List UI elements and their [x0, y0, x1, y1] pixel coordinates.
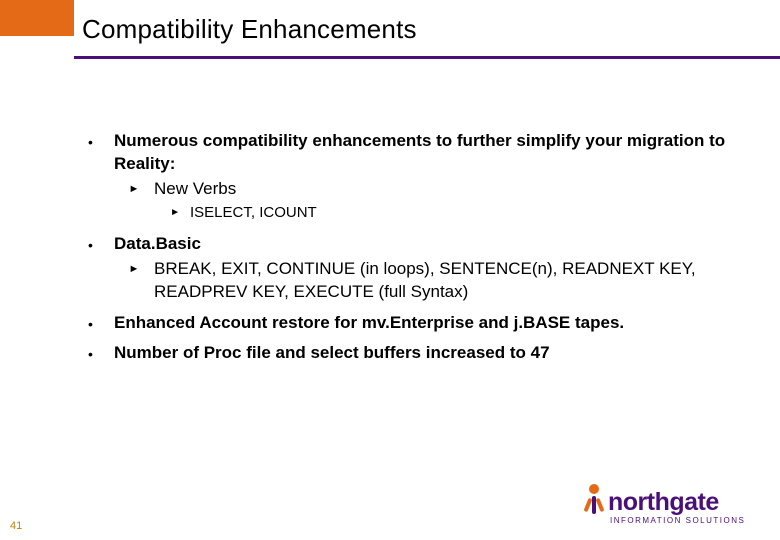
logo-figure-icon	[582, 484, 608, 524]
logo-arm	[596, 498, 605, 512]
triangle-marker: ►	[154, 203, 190, 223]
bullet-4: • Number of Proc file and select buffers…	[82, 342, 732, 366]
bullet-3-text: Enhanced Account restore for mv.Enterpri…	[114, 312, 732, 336]
bullet-marker: •	[82, 233, 114, 306]
logo-tagline: INFORMATION SOLUTIONS	[610, 516, 745, 525]
bullet-1-body: Numerous compatibility enhancements to f…	[114, 130, 732, 227]
page-number: 41	[10, 520, 22, 532]
bullet-marker: •	[82, 342, 114, 366]
logo-stem	[592, 496, 596, 514]
title-underline	[74, 56, 780, 59]
bullet-marker: •	[82, 130, 114, 227]
header-accent-block	[0, 0, 74, 36]
slide-content: • Numerous compatibility enhancements to…	[82, 130, 732, 372]
bullet-1-text: Numerous compatibility enhancements to f…	[114, 131, 725, 173]
bullet-2: • Data.Basic ► BREAK, EXIT, CONTINUE (in…	[82, 233, 732, 306]
bullet-2-sub1-text: BREAK, EXIT, CONTINUE (in loops), SENTEN…	[154, 258, 732, 304]
bullet-1-sub1: ► New Verbs	[114, 178, 732, 201]
slide-title: Compatibility Enhancements	[82, 14, 417, 45]
bullet-1: • Numerous compatibility enhancements to…	[82, 130, 732, 227]
logo-dot	[589, 484, 599, 494]
bullet-2-text: Data.Basic	[114, 234, 201, 253]
bullet-1-sub1-text: New Verbs	[154, 178, 732, 201]
bullet-1-sub1a-text: ISELECT, ICOUNT	[190, 203, 732, 223]
bullet-2-sub1: ► BREAK, EXIT, CONTINUE (in loops), SENT…	[114, 258, 732, 304]
triangle-marker: ►	[114, 258, 154, 304]
bullet-4-text: Number of Proc file and select buffers i…	[114, 342, 732, 366]
bullet-3: • Enhanced Account restore for mv.Enterp…	[82, 312, 732, 336]
bullet-1-sub1a: ► ISELECT, ICOUNT	[114, 203, 732, 223]
logo-wordmark: northgate	[608, 488, 719, 517]
bullet-marker: •	[82, 312, 114, 336]
bullet-2-body: Data.Basic ► BREAK, EXIT, CONTINUE (in l…	[114, 233, 732, 306]
northgate-logo: northgate INFORMATION SOLUTIONS	[582, 484, 762, 530]
triangle-marker: ►	[114, 178, 154, 201]
